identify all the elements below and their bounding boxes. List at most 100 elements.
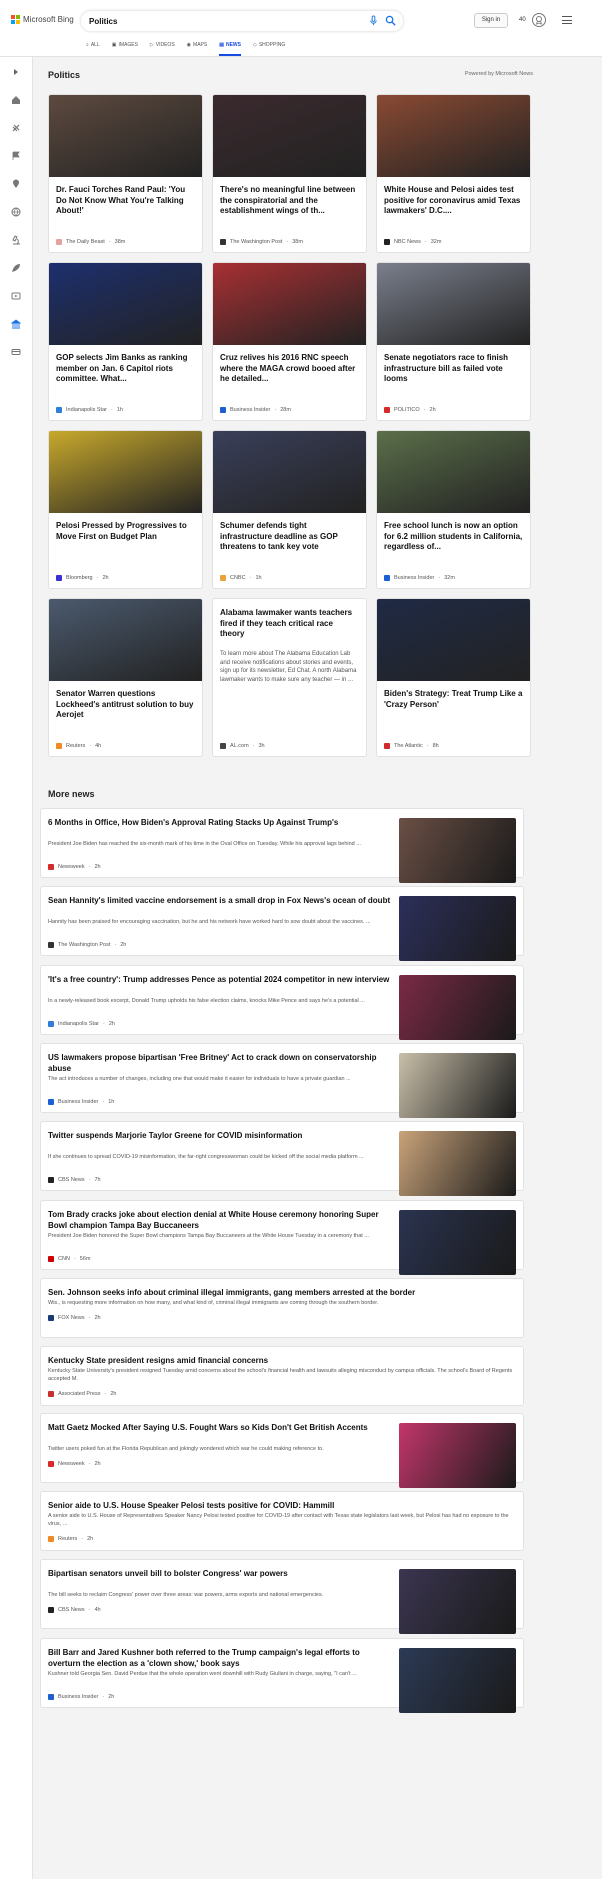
news-card[interactable]: There's no meaningful line between the c… bbox=[212, 94, 367, 253]
location-icon[interactable] bbox=[11, 179, 21, 189]
news-list-item[interactable]: 'It's a free country': Trump addresses P… bbox=[40, 965, 524, 1040]
news-card[interactable]: Biden's Strategy: Treat Trump Like a 'Cr… bbox=[376, 598, 531, 757]
news-card-image[interactable] bbox=[377, 431, 530, 513]
news-card-title[interactable]: Senator Warren questions Lockheed's anti… bbox=[49, 681, 202, 731]
flag-icon[interactable] bbox=[11, 151, 21, 161]
news-item-title[interactable]: Bipartisan senators unveil bill to bolst… bbox=[48, 1569, 394, 1580]
news-card-image[interactable] bbox=[49, 95, 202, 177]
news-card-title[interactable]: White House and Pelosi aides test positi… bbox=[377, 177, 530, 227]
news-list-item[interactable]: Senior aide to U.S. House Speaker Pelosi… bbox=[40, 1491, 524, 1551]
news-item-title[interactable]: Bill Barr and Jared Kushner both referre… bbox=[48, 1648, 394, 1670]
news-card-title[interactable]: Schumer defends tight infrastructure dea… bbox=[213, 513, 366, 563]
news-card-image[interactable] bbox=[49, 263, 202, 345]
publish-time: 2h bbox=[102, 575, 109, 581]
news-list-item[interactable]: Sean Hannity's limited vaccine endorseme… bbox=[40, 886, 524, 961]
news-item-thumbnail[interactable] bbox=[399, 1648, 516, 1713]
news-card-title[interactable]: Cruz relives his 2016 RNC speech where t… bbox=[213, 345, 366, 395]
news-card-title[interactable]: Biden's Strategy: Treat Trump Like a 'Cr… bbox=[377, 681, 530, 731]
news-card-title[interactable]: Pelosi Pressed by Progressives to Move F… bbox=[49, 513, 202, 563]
news-item-title[interactable]: US lawmakers propose bipartisan 'Free Br… bbox=[48, 1053, 394, 1075]
news-card[interactable]: Senate negotiators race to finish infras… bbox=[376, 262, 531, 421]
news-item-title[interactable]: Twitter suspends Marjorie Taylor Greene … bbox=[48, 1131, 394, 1142]
news-item-title[interactable]: Tom Brady cracks joke about election den… bbox=[48, 1210, 394, 1232]
news-list-item[interactable]: Tom Brady cracks joke about election den… bbox=[40, 1200, 524, 1275]
news-card[interactable]: GOP selects Jim Banks as ranking member … bbox=[48, 262, 203, 421]
sign-in-button[interactable]: Sign in bbox=[474, 13, 508, 28]
news-item-thumbnail[interactable] bbox=[399, 1053, 516, 1118]
tab-all[interactable]: ⌕ ALL bbox=[86, 39, 100, 51]
news-card[interactable]: White House and Pelosi aides test positi… bbox=[376, 94, 531, 253]
news-card-image[interactable] bbox=[49, 431, 202, 513]
news-list-item[interactable]: Bill Barr and Jared Kushner both referre… bbox=[40, 1638, 524, 1713]
news-card-image[interactable] bbox=[213, 263, 366, 345]
news-item-thumbnail[interactable] bbox=[399, 975, 516, 1040]
news-item-thumbnail[interactable] bbox=[399, 1131, 516, 1196]
news-card[interactable]: Cruz relives his 2016 RNC speech where t… bbox=[212, 262, 367, 421]
sports-icon[interactable] bbox=[11, 123, 21, 133]
entertainment-icon[interactable] bbox=[11, 291, 21, 301]
news-card-title[interactable]: There's no meaningful line between the c… bbox=[213, 177, 366, 227]
news-card-image[interactable] bbox=[213, 431, 366, 513]
news-card[interactable]: Schumer defends tight infrastructure dea… bbox=[212, 430, 367, 589]
news-list-item[interactable]: Matt Gaetz Mocked After Saying U.S. Foug… bbox=[40, 1413, 524, 1488]
search-input[interactable] bbox=[89, 16, 395, 26]
microscope-icon[interactable] bbox=[11, 235, 21, 245]
tab-images[interactable]: ▣ IMAGES bbox=[112, 39, 138, 51]
news-item-thumbnail[interactable] bbox=[399, 1210, 516, 1275]
news-item-thumbnail[interactable] bbox=[399, 896, 516, 961]
microphone-icon[interactable] bbox=[368, 15, 379, 26]
news-card[interactable]: Senator Warren questions Lockheed's anti… bbox=[48, 598, 203, 757]
separator: · bbox=[104, 1391, 107, 1397]
news-card-image[interactable] bbox=[377, 263, 530, 345]
home-icon[interactable] bbox=[11, 95, 21, 105]
tab-maps[interactable]: ◉ MAPS bbox=[187, 39, 208, 51]
news-card[interactable]: Free school lunch is now an option for 6… bbox=[376, 430, 531, 589]
news-card-source: AL.com · 3h bbox=[220, 743, 265, 749]
rocket-icon[interactable] bbox=[11, 263, 21, 273]
tab-shopping[interactable]: ◇ SHOPPING bbox=[253, 39, 285, 51]
news-item-thumbnail[interactable] bbox=[399, 818, 516, 883]
globe-icon[interactable] bbox=[11, 207, 21, 217]
publisher-name: NBC News bbox=[394, 239, 421, 245]
news-card[interactable]: Dr. Fauci Torches Rand Paul: 'You Do Not… bbox=[48, 94, 203, 253]
money-icon[interactable] bbox=[11, 347, 21, 357]
news-item-title[interactable]: Matt Gaetz Mocked After Saying U.S. Foug… bbox=[48, 1423, 394, 1434]
bing-logo[interactable]: Microsoft Bing bbox=[11, 15, 74, 24]
publisher-name: Bloomberg bbox=[66, 575, 93, 581]
news-card-title[interactable]: Free school lunch is now an option for 6… bbox=[377, 513, 530, 563]
news-list-item[interactable]: Kentucky State president resigns amid fi… bbox=[40, 1346, 524, 1406]
news-item-title[interactable]: 6 Months in Office, How Biden's Approval… bbox=[48, 818, 394, 829]
news-list-item[interactable]: Twitter suspends Marjorie Taylor Greene … bbox=[40, 1121, 524, 1196]
news-card[interactable]: Pelosi Pressed by Progressives to Move F… bbox=[48, 430, 203, 589]
news-list-item[interactable]: 6 Months in Office, How Biden's Approval… bbox=[40, 808, 524, 883]
expand-icon[interactable] bbox=[11, 67, 21, 77]
rewards-points[interactable]: 40 bbox=[519, 17, 526, 23]
tab-videos[interactable]: ▷ VIDEOS bbox=[150, 39, 175, 51]
news-item-title[interactable]: 'It's a free country': Trump addresses P… bbox=[48, 975, 394, 986]
search-box[interactable] bbox=[81, 11, 403, 31]
news-card-image[interactable] bbox=[213, 95, 366, 177]
news-item-title[interactable]: Sean Hannity's limited vaccine endorseme… bbox=[48, 896, 394, 907]
news-list-item[interactable]: US lawmakers propose bipartisan 'Free Br… bbox=[40, 1043, 524, 1118]
news-card-image[interactable] bbox=[377, 95, 530, 177]
news-card[interactable]: Alabama lawmaker wants teachers fired if… bbox=[212, 598, 367, 757]
news-list-item[interactable]: Sen. Johnson seeks info about criminal i… bbox=[40, 1278, 524, 1338]
rewards-icon[interactable] bbox=[531, 12, 547, 28]
news-item-title[interactable]: Kentucky State president resigns amid fi… bbox=[48, 1356, 514, 1367]
tab-news[interactable]: ▤ NEWS bbox=[219, 39, 241, 56]
news-card-title[interactable]: Senate negotiators race to finish infras… bbox=[377, 345, 530, 395]
news-card-title[interactable]: GOP selects Jim Banks as ranking member … bbox=[49, 345, 202, 395]
news-item-title[interactable]: Sen. Johnson seeks info about criminal i… bbox=[48, 1288, 514, 1299]
news-card-image[interactable] bbox=[49, 599, 202, 681]
news-card-title[interactable]: Alabama lawmaker wants teachers fired if… bbox=[213, 599, 366, 640]
news-card-title[interactable]: Dr. Fauci Torches Rand Paul: 'You Do Not… bbox=[49, 177, 202, 227]
news-item-title[interactable]: Senior aide to U.S. House Speaker Pelosi… bbox=[48, 1501, 514, 1512]
news-item-thumbnail[interactable] bbox=[399, 1569, 516, 1634]
politics-icon[interactable] bbox=[11, 319, 21, 329]
search-icon[interactable] bbox=[385, 15, 396, 26]
news-card-image[interactable] bbox=[377, 599, 530, 681]
menu-icon[interactable] bbox=[562, 16, 572, 24]
separator: · bbox=[102, 1099, 105, 1105]
news-item-thumbnail[interactable] bbox=[399, 1423, 516, 1488]
news-list-item[interactable]: Bipartisan senators unveil bill to bolst… bbox=[40, 1559, 524, 1634]
